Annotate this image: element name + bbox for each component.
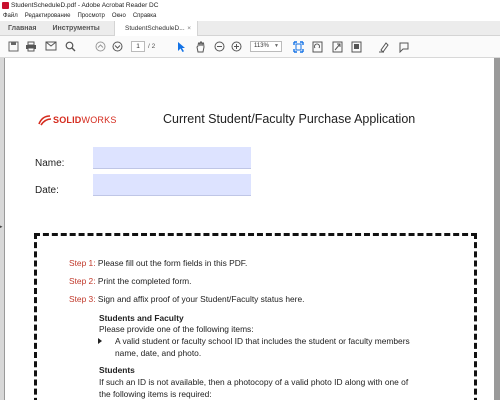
menu-file[interactable]: Файл <box>3 11 18 21</box>
page-number-input[interactable]: 1 <box>131 41 145 52</box>
step-2-text: Print the completed form. <box>95 276 192 286</box>
logo-brand-rest: WORKS <box>81 115 117 125</box>
menu-edit[interactable]: Редактирование <box>25 11 71 21</box>
left-panel-rail[interactable]: ▸ <box>0 58 4 400</box>
section-students-faculty-heading: Students and Faculty <box>99 313 184 323</box>
ds-logo-icon <box>38 115 52 126</box>
window-title: StudentScheduleD.pdf - Adobe Acrobat Rea… <box>11 2 159 9</box>
section-students-faculty-intro: Please provide one of the following item… <box>99 324 254 334</box>
tab-document[interactable]: StudentScheduleD... × <box>114 21 198 36</box>
name-label: Name: <box>35 158 65 169</box>
document-viewer[interactable]: ▸ SOLIDWORKS Current Student/Faculty Pur… <box>0 58 500 400</box>
email-icon[interactable] <box>45 41 57 53</box>
document-title: Current Student/Faculty Purchase Applica… <box>163 112 416 126</box>
menu-view[interactable]: Просмотр <box>77 11 104 21</box>
save-icon[interactable] <box>7 41 19 53</box>
logo-brand-bold: SOLID <box>53 115 82 125</box>
page-up-icon[interactable] <box>94 41 106 53</box>
close-tab-icon[interactable]: × <box>187 21 191 36</box>
fullscreen-icon[interactable] <box>331 41 343 53</box>
zoom-level-value: 113% <box>254 43 269 49</box>
comment-icon[interactable] <box>398 41 410 54</box>
step-3: Step 3: Sign and affix proof of your Stu… <box>69 294 304 304</box>
menu-bar: Файл Редактирование Просмотр Окно Справк… <box>0 11 500 21</box>
step-2: Step 2: Print the completed form. <box>69 276 191 286</box>
rotate-icon[interactable] <box>311 41 323 53</box>
fit-page-icon[interactable] <box>292 41 304 53</box>
tab-tools[interactable]: Инструменты <box>44 25 107 32</box>
step-3-number: Step 3: <box>69 294 96 304</box>
pdf-page: SOLIDWORKS Current Student/Faculty Purch… <box>5 58 494 400</box>
tab-home[interactable]: Главная <box>0 25 44 32</box>
step-3-text: Sign and affix proof of your Student/Fac… <box>95 294 305 304</box>
section-students-line-1: If such an ID is not available, then a p… <box>99 377 409 387</box>
toolbar: 1 / 2 113% ▼ <box>0 36 500 58</box>
bullet-line-2: name, date, and photo. <box>115 348 202 358</box>
step-1-number: Step 1: <box>69 258 96 268</box>
zoom-out-icon[interactable] <box>213 41 225 53</box>
step-1-text: Please fill out the form fields in this … <box>95 258 248 268</box>
select-cursor-icon[interactable] <box>175 41 187 53</box>
zoom-in-icon[interactable] <box>230 41 242 53</box>
bullet-arrow-icon <box>98 338 102 344</box>
bullet-line-1: A valid student or faculty school ID tha… <box>115 336 410 346</box>
search-icon[interactable] <box>64 41 76 53</box>
solidworks-logo: SOLIDWORKS <box>38 113 117 127</box>
menu-window[interactable]: Окно <box>112 11 126 21</box>
page-total: / 2 <box>148 43 156 50</box>
date-field[interactable] <box>93 174 251 196</box>
highlight-icon[interactable] <box>378 41 390 53</box>
tab-bar: Главная Инструменты StudentScheduleD... … <box>0 21 500 36</box>
zoom-level-select[interactable]: 113% ▼ <box>250 41 282 52</box>
hand-icon[interactable] <box>194 41 206 53</box>
acrobat-app-icon <box>2 2 9 9</box>
print-icon[interactable] <box>25 41 37 53</box>
name-field[interactable] <box>93 147 251 169</box>
step-2-number: Step 2: <box>69 276 96 286</box>
menu-help[interactable]: Справка <box>133 11 157 21</box>
step-1: Step 1: Please fill out the form fields … <box>69 258 247 268</box>
expand-panel-icon[interactable]: ▸ <box>0 224 3 230</box>
tab-document-label: StudentScheduleD... <box>125 25 185 32</box>
section-students-line-2: the following items is required: <box>99 389 212 399</box>
page-down-icon[interactable] <box>111 41 123 53</box>
date-label: Date: <box>35 185 59 196</box>
chevron-down-icon: ▼ <box>274 43 279 49</box>
window-titlebar: StudentScheduleD.pdf - Adobe Acrobat Rea… <box>0 0 500 11</box>
scroll-mode-icon[interactable] <box>350 41 362 53</box>
section-students-heading: Students <box>99 365 135 375</box>
